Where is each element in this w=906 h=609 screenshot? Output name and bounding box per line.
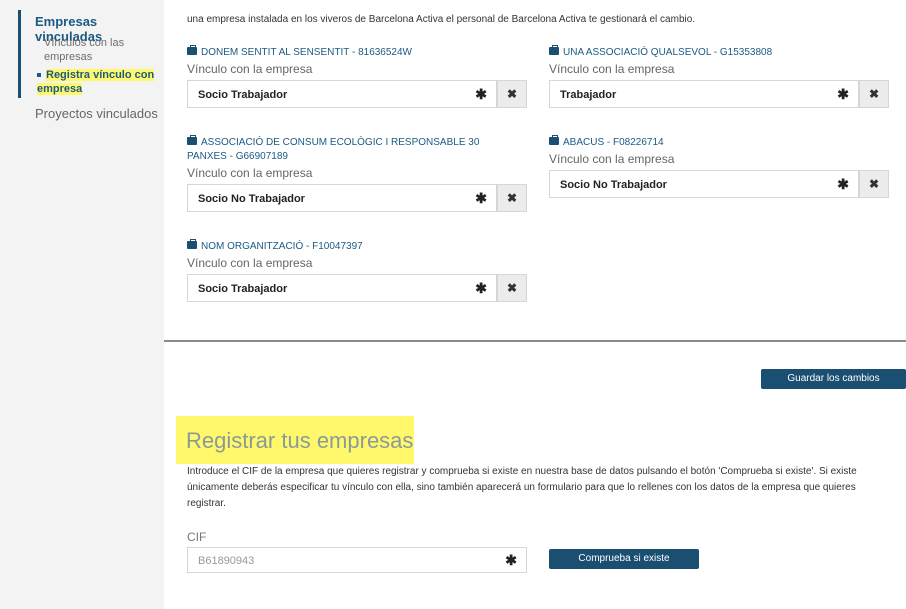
asterisk-icon: ✱ xyxy=(837,86,849,102)
vinculo-label: Vínculo con la empresa xyxy=(549,62,675,76)
company-card: ABACUS - F08226714 Vínculo con la empres… xyxy=(549,135,889,198)
company-name: ASSOCIACIÓ DE CONSUM ECOLÒGIC I RESPONSA… xyxy=(187,135,480,162)
company-card: ASSOCIACIÓ DE CONSUM ECOLÒGIC I RESPONSA… xyxy=(187,135,527,212)
page-title: Registrar tus empresas xyxy=(186,428,414,453)
vinculo-select[interactable]: Socio Trabajador ✱ xyxy=(187,80,497,108)
company-card: NOM ORGANITZACIÓ - F10047397 Vínculo con… xyxy=(187,239,527,302)
bullet-icon xyxy=(37,73,41,78)
vinculo-select[interactable]: Socio Trabajador ✱ xyxy=(187,274,497,302)
cif-placeholder: B61890943 xyxy=(198,555,255,567)
check-exists-button[interactable]: Comprueba si existe xyxy=(549,549,699,569)
briefcase-icon xyxy=(549,135,559,145)
cif-input[interactable]: B61890943 ✱ xyxy=(187,547,527,573)
vinculo-select[interactable]: Socio No Trabajador ✱ xyxy=(187,184,497,212)
register-description: Introduce el CIF de la empresa que quier… xyxy=(187,466,857,509)
company-name: ABACUS - F08226714 xyxy=(549,135,889,150)
briefcase-icon xyxy=(187,239,197,249)
sidebar-item-registra-vinculo[interactable]: Registra vínculo con empresa xyxy=(37,68,157,96)
sidebar: Empresas vinculadas Vínculos con las emp… xyxy=(0,0,164,609)
remove-button[interactable]: ✖ xyxy=(497,274,527,302)
remove-button[interactable]: ✖ xyxy=(859,80,889,108)
asterisk-icon: ✱ xyxy=(475,86,487,102)
company-card: UNA ASSOCIACIÓ QUALSEVOL - G15353808 Vín… xyxy=(549,45,889,108)
remove-button[interactable]: ✖ xyxy=(497,184,527,212)
cif-label: CIF xyxy=(187,530,207,544)
company-name: DONEM SENTIT AL SENSENTIT - 81636524W xyxy=(187,45,527,60)
section-divider xyxy=(164,340,906,342)
sidebar-item-label: Registra vínculo con empresa xyxy=(37,69,155,95)
company-name: NOM ORGANITZACIÓ - F10047397 xyxy=(187,239,527,254)
company-card: DONEM SENTIT AL SENSENTIT - 81636524W Ví… xyxy=(187,45,527,108)
remove-button[interactable]: ✖ xyxy=(859,170,889,198)
asterisk-icon: ✱ xyxy=(475,280,487,296)
briefcase-icon xyxy=(549,45,559,55)
briefcase-icon xyxy=(187,135,197,145)
sidebar-item-vinculos[interactable]: Vínculos con las empresas xyxy=(44,36,154,64)
register-title-highlight: Registrar tus empresas xyxy=(176,416,414,464)
vinculo-label: Vínculo con la empresa xyxy=(549,152,675,166)
asterisk-icon: ✱ xyxy=(505,552,517,568)
sidebar-active-indicator xyxy=(18,10,21,98)
save-changes-button[interactable]: Guardar los cambios xyxy=(761,369,906,389)
vinculo-label: Vínculo con la empresa xyxy=(187,256,313,270)
vinculo-select[interactable]: Socio No Trabajador ✱ xyxy=(549,170,859,198)
vinculo-label: Vínculo con la empresa xyxy=(187,62,313,76)
briefcase-icon xyxy=(187,45,197,55)
asterisk-icon: ✱ xyxy=(475,190,487,206)
intro-text: una empresa instalada en los viveros de … xyxy=(187,14,696,25)
remove-button[interactable]: ✖ xyxy=(497,80,527,108)
vinculo-label: Vínculo con la empresa xyxy=(187,166,313,180)
company-name: UNA ASSOCIACIÓ QUALSEVOL - G15353808 xyxy=(549,45,889,60)
sidebar-item-proyectos[interactable]: Proyectos vinculados xyxy=(35,106,158,121)
asterisk-icon: ✱ xyxy=(837,176,849,192)
vinculo-select[interactable]: Trabajador ✱ xyxy=(549,80,859,108)
